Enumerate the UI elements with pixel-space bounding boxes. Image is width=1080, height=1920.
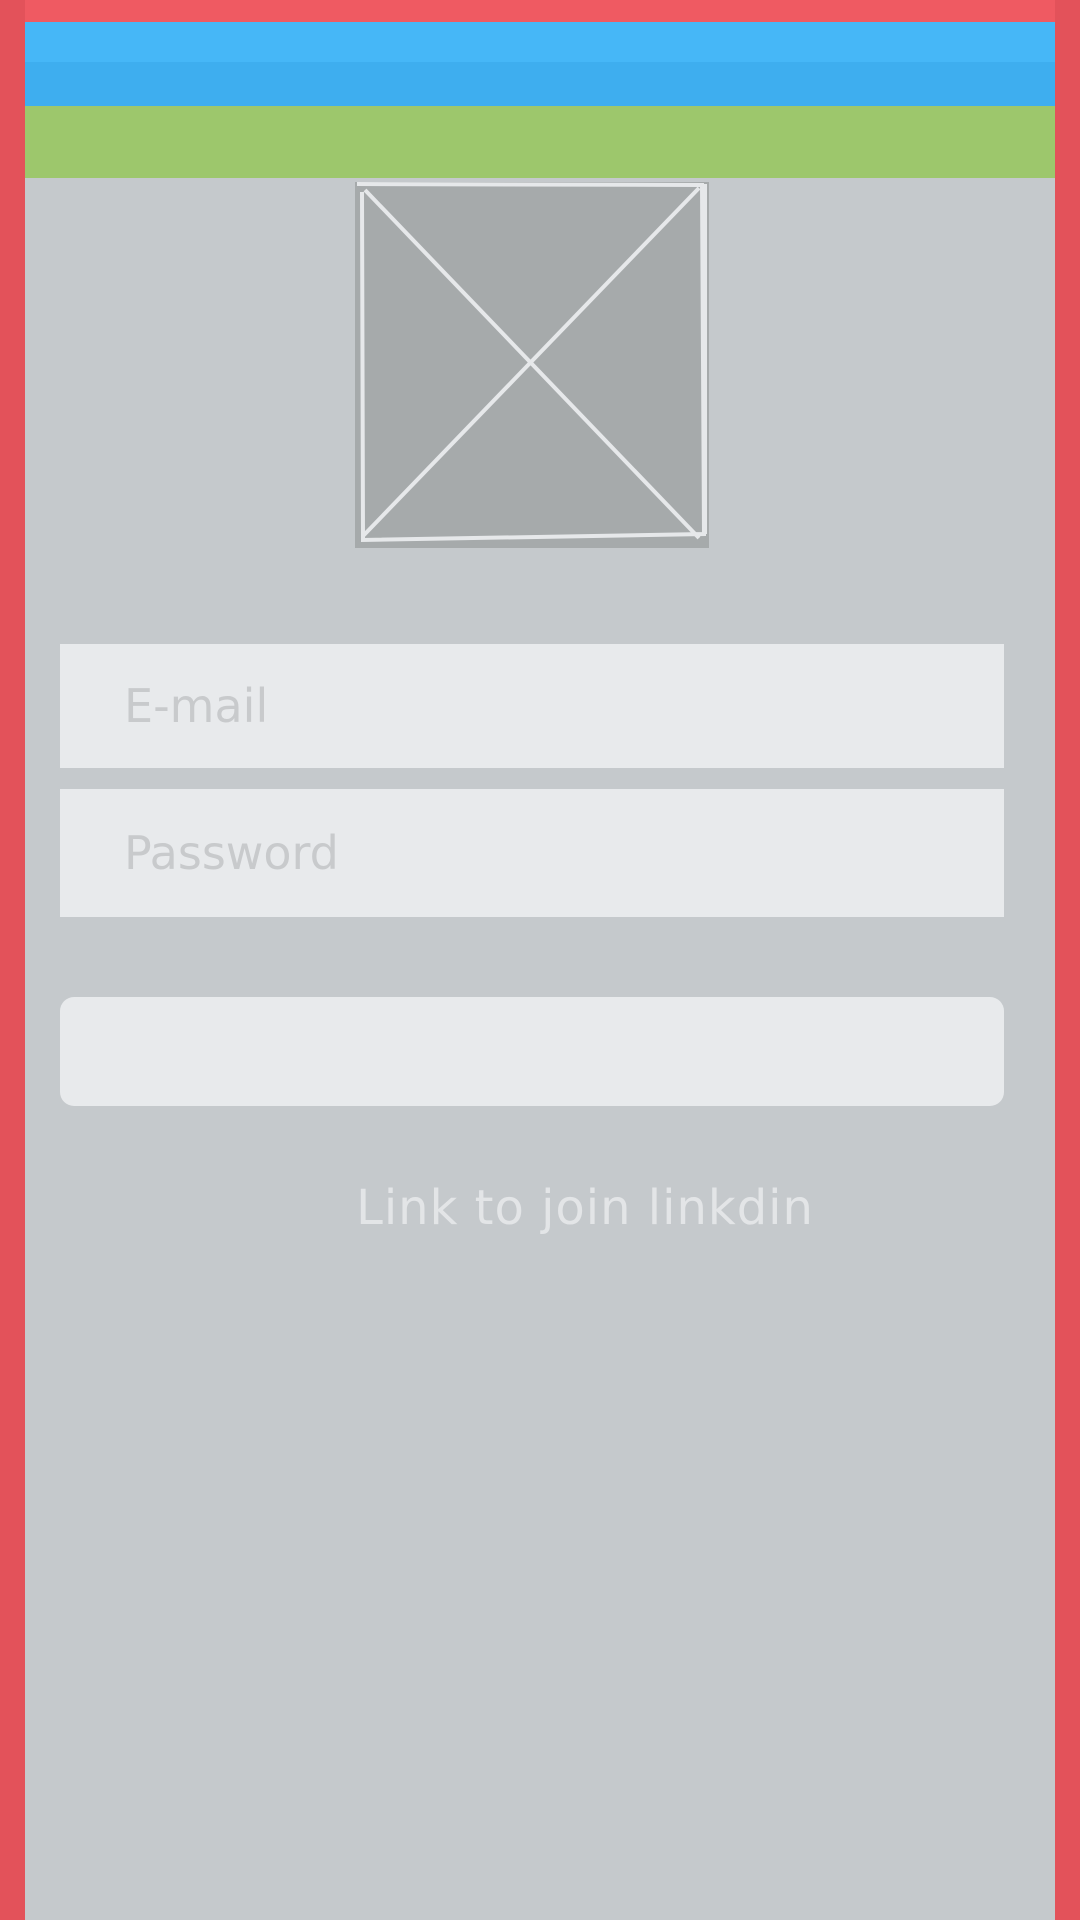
password-field[interactable] <box>60 789 1004 917</box>
email-field[interactable] <box>60 644 1004 768</box>
image-placeholder-icon <box>356 182 707 543</box>
logo-image-placeholder <box>355 182 709 548</box>
toolbar <box>0 106 1080 178</box>
status-bar <box>0 22 1080 62</box>
app-bar <box>0 62 1080 106</box>
top-guide-bar <box>0 0 1080 22</box>
login-button[interactable] <box>60 997 1004 1106</box>
email-input[interactable] <box>60 644 1004 768</box>
right-guide-bar <box>1055 0 1080 1920</box>
password-input[interactable] <box>60 789 1004 917</box>
left-guide-bar <box>0 0 25 1920</box>
join-linkedin-link[interactable]: Link to join linkdin <box>0 1180 1080 1236</box>
